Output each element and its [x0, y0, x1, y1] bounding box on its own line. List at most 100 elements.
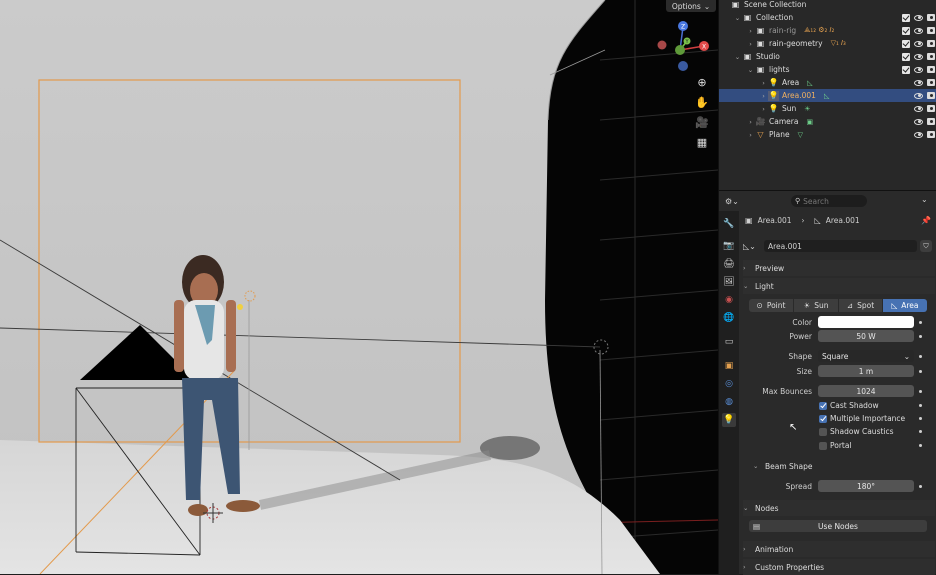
- expand-down-icon[interactable]: ⌄: [746, 66, 755, 74]
- light-data-tab-icon[interactable]: 💡: [722, 413, 736, 427]
- panel-light-header[interactable]: ⌄ Light: [743, 278, 935, 294]
- shape-dropdown[interactable]: Square ⌄: [818, 350, 914, 362]
- keyframe-dot[interactable]: [919, 390, 922, 393]
- render-camera-icon[interactable]: [927, 66, 935, 73]
- size-field[interactable]: 1 m: [818, 365, 914, 377]
- zoom-icon[interactable]: ⊕: [694, 74, 710, 90]
- render-camera-icon[interactable]: [927, 14, 935, 21]
- max-bounces-field[interactable]: 1024: [818, 385, 914, 397]
- outliner-row-studio[interactable]: ⌄ ▣ Studio: [719, 50, 936, 63]
- keyframe-dot[interactable]: [919, 430, 922, 433]
- navigation-gizmo[interactable]: Z X Y: [652, 18, 718, 76]
- include-checkbox[interactable]: [902, 65, 910, 74]
- multiple-importance-checkbox[interactable]: Multiple Importance: [819, 414, 905, 423]
- editor-type-icon[interactable]: ⚙⌄: [725, 195, 743, 207]
- eye-icon[interactable]: [914, 92, 923, 99]
- eye-icon[interactable]: [914, 105, 923, 112]
- light-type-sun[interactable]: ☀ Sun: [794, 299, 838, 312]
- camera-view-icon[interactable]: 🎥: [694, 114, 710, 130]
- expand-right-icon[interactable]: ›: [759, 79, 768, 87]
- object-tab-icon[interactable]: ▣: [722, 359, 736, 373]
- eye-icon[interactable]: [914, 79, 923, 86]
- outliner-row-area-001[interactable]: › 💡 Area.001 ◺: [719, 89, 936, 102]
- keyframe-dot[interactable]: [919, 355, 922, 358]
- outliner-panel[interactable]: ▣ Scene Collection ⌄ ▣ Collection › ▣ ra…: [718, 0, 936, 190]
- outliner-row-camera[interactable]: › 🎥 Camera ▣: [719, 115, 936, 128]
- use-nodes-button[interactable]: ▤ Use Nodes: [749, 520, 927, 532]
- outliner-row-sun[interactable]: › 💡 Sun ☀: [719, 102, 936, 115]
- constraints-tab-icon[interactable]: ◍: [722, 395, 736, 409]
- eye-icon[interactable]: [914, 118, 923, 125]
- render-camera-icon[interactable]: [927, 105, 935, 112]
- light-type-area[interactable]: ◺ Area: [883, 299, 927, 312]
- 3d-viewport[interactable]: Options ⌄ Z X Y ⊕ ✋ 🎥 ▦: [0, 0, 718, 574]
- expand-right-icon[interactable]: ›: [746, 40, 755, 48]
- keyframe-dot[interactable]: [919, 444, 922, 447]
- power-field[interactable]: 50 W: [818, 330, 914, 342]
- mesh-data-icon[interactable]: ▽: [798, 131, 803, 139]
- physics-tab-icon[interactable]: ◎: [722, 377, 736, 391]
- render-camera-icon[interactable]: [927, 53, 935, 60]
- eye-icon[interactable]: [914, 27, 923, 34]
- keyframe-dot[interactable]: [919, 485, 922, 488]
- render-camera-icon[interactable]: [927, 27, 935, 34]
- expand-right-icon[interactable]: ›: [746, 131, 755, 139]
- outliner-row-rain-rig[interactable]: › ▣ rain-rig ⟁₁₂ ⚙₂ 𝐼₂: [719, 24, 936, 37]
- fake-user-shield-icon[interactable]: ⛉: [920, 240, 932, 252]
- outliner-row-lights[interactable]: ⌄ ▣ lights: [719, 63, 936, 76]
- output-tab-icon[interactable]: 🖨: [722, 257, 736, 271]
- area-light-data-icon[interactable]: ◺: [807, 79, 812, 87]
- render-camera-icon[interactable]: [927, 131, 935, 138]
- eye-icon[interactable]: [914, 66, 923, 73]
- scene-tab-icon[interactable]: ◉: [722, 293, 736, 307]
- keyframe-dot[interactable]: [919, 321, 922, 324]
- eye-icon[interactable]: [914, 14, 923, 21]
- area-light-data-icon[interactable]: ◺: [824, 92, 829, 100]
- hand-pan-icon[interactable]: ✋: [694, 94, 710, 110]
- include-checkbox[interactable]: [902, 26, 910, 35]
- view-layer-tab-icon[interactable]: 🖼: [722, 275, 736, 289]
- expand-right-icon[interactable]: ›: [759, 92, 768, 100]
- panel-animation-header[interactable]: › Animation: [743, 541, 935, 557]
- keyframe-dot[interactable]: [919, 404, 922, 407]
- properties-editor[interactable]: ⚙⌄ ⚲ Search ⌄ 🔧 📷 🖨 🖼 ◉ 🌐 ▭ ▣ ◎ ◍ 💡 ▣ Ar…: [718, 190, 936, 575]
- search-field[interactable]: ⚲ Search: [791, 195, 867, 207]
- render-camera-icon[interactable]: [927, 118, 935, 125]
- render-camera-icon[interactable]: [927, 40, 935, 47]
- panel-nodes-header[interactable]: ⌄ Nodes: [743, 500, 935, 516]
- options-button[interactable]: Options ⌄: [666, 0, 716, 12]
- world-tab-icon[interactable]: 🌐: [722, 311, 736, 325]
- render-camera-icon[interactable]: [927, 92, 935, 99]
- outliner-row-area[interactable]: › 💡 Area ◺: [719, 76, 936, 89]
- outliner-row-collection[interactable]: ⌄ ▣ Collection: [719, 11, 936, 24]
- eye-icon[interactable]: [914, 53, 923, 60]
- include-checkbox[interactable]: [902, 13, 910, 22]
- keyframe-dot[interactable]: [919, 370, 922, 373]
- spread-field[interactable]: 180°: [818, 480, 914, 492]
- color-swatch[interactable]: [818, 316, 914, 328]
- panel-preview-header[interactable]: › Preview: [743, 260, 935, 276]
- eye-icon[interactable]: [914, 131, 923, 138]
- collection-tab-icon[interactable]: ▭: [722, 335, 736, 349]
- grid-ortho-icon[interactable]: ▦: [694, 134, 710, 150]
- pin-icon[interactable]: 📌: [921, 216, 931, 225]
- outliner-row-plane[interactable]: › ▽ Plane ▽: [719, 128, 936, 141]
- expand-right-icon[interactable]: ›: [746, 118, 755, 126]
- portal-checkbox[interactable]: Portal: [819, 441, 852, 450]
- include-checkbox[interactable]: [902, 52, 910, 61]
- datablock-name-field[interactable]: Area.001: [764, 240, 917, 252]
- keyframe-dot[interactable]: [919, 335, 922, 338]
- render-camera-icon[interactable]: [927, 79, 935, 86]
- expand-down-icon[interactable]: ⌄: [733, 14, 742, 22]
- light-type-spot[interactable]: ⊿ Spot: [839, 299, 882, 312]
- camera-data-icon[interactable]: ▣: [806, 118, 813, 126]
- tool-tab-icon[interactable]: 🔧: [722, 217, 736, 231]
- expand-right-icon[interactable]: ›: [759, 105, 768, 113]
- panel-beam-shape-header[interactable]: ⌄ Beam Shape: [753, 458, 935, 474]
- shadow-caustics-checkbox[interactable]: Shadow Caustics: [819, 427, 894, 436]
- cast-shadow-checkbox[interactable]: Cast Shadow: [819, 401, 879, 410]
- chevron-down-icon[interactable]: ⌄: [921, 195, 928, 204]
- eye-icon[interactable]: [914, 40, 923, 47]
- render-tab-icon[interactable]: 📷: [722, 239, 736, 253]
- outliner-row-scene-collection[interactable]: ▣ Scene Collection: [719, 0, 936, 11]
